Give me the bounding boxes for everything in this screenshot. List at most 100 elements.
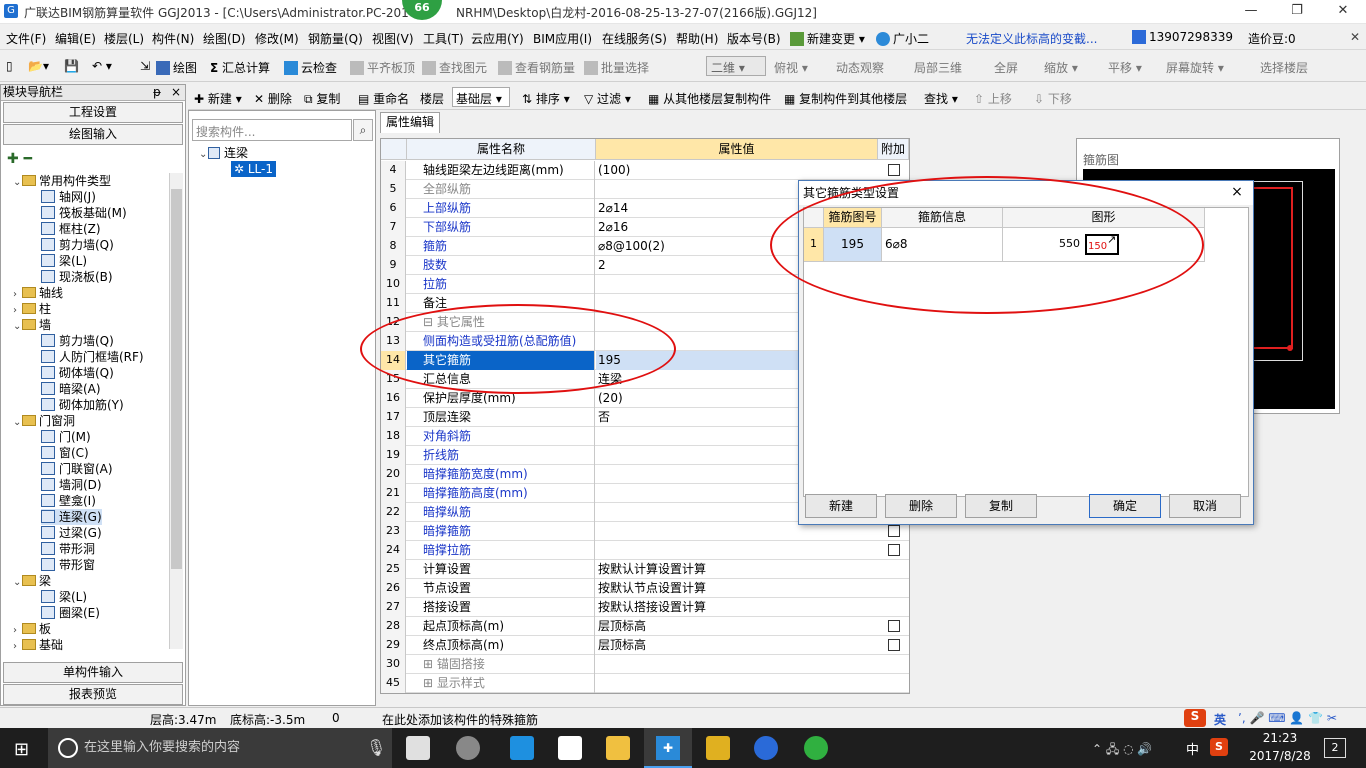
sogou-ime-icon[interactable]: S (1184, 709, 1206, 727)
single-component-input-button[interactable]: 单构件输入 (3, 662, 183, 683)
store-icon[interactable] (558, 736, 582, 760)
nav-tree-item[interactable]: ⌄ 墙 (13, 317, 51, 333)
nav-scroll-thumb[interactable] (171, 189, 182, 569)
menu-cost-beans[interactable]: 造价豆:0 (1248, 30, 1296, 47)
menu-tools[interactable]: 工具(T) (423, 30, 464, 47)
nav-tree-item[interactable]: 过梁(G) (41, 525, 102, 541)
notes-app-icon[interactable] (706, 736, 730, 760)
extra-checkbox[interactable] (888, 620, 900, 632)
nav-tree-item[interactable]: 框柱(Z) (41, 221, 101, 237)
menu-close-icon[interactable]: ✕ (1350, 30, 1360, 44)
glodon-g-icon[interactable] (754, 736, 778, 760)
file-explorer-icon[interactable] (606, 736, 630, 760)
view-mode-select[interactable]: 二维 ▾ (706, 56, 766, 76)
menu-online[interactable]: 在线服务(S) (602, 30, 667, 47)
batch-select-button[interactable]: 批量选择 (584, 59, 649, 76)
menu-component[interactable]: 构件(N) (152, 30, 194, 47)
menu-alert-text[interactable]: 无法定义此标高的变截... (966, 30, 1097, 47)
dialog-close-icon[interactable]: × (1225, 181, 1249, 205)
delete-component-button[interactable]: ✕ 删除 (254, 90, 292, 107)
new-file-icon[interactable]: ▯ (6, 59, 13, 73)
nav-tree-item[interactable]: 人防门框墙(RF) (41, 349, 144, 365)
expand-all-icon[interactable]: ✚ ━ (7, 151, 32, 167)
dialog-copy-button[interactable]: 复制 (965, 494, 1037, 518)
collapsed-chevron-icon[interactable]: › (13, 639, 22, 653)
property-row[interactable]: 25 计算设置 按默认计算设置计算 (381, 560, 909, 579)
local-3d-button[interactable]: 局部三维 (914, 59, 962, 76)
property-value[interactable] (596, 541, 876, 560)
property-value[interactable] (596, 655, 876, 674)
notification-center-icon[interactable]: 2 (1324, 738, 1346, 758)
property-row[interactable]: 24 暗撑拉筋 (381, 541, 909, 560)
property-row[interactable]: 29 终点顶标高(m) 层顶标高 (381, 636, 909, 655)
property-value[interactable]: 层顶标高 (596, 617, 876, 636)
move-up-button[interactable]: ⇧ 上移 (974, 90, 1012, 107)
nav-tree-item[interactable]: 带形窗 (41, 557, 95, 573)
nav-tree-item[interactable]: › 基础 (13, 637, 63, 653)
project-settings-button[interactable]: 工程设置 (3, 102, 183, 123)
edge-icon[interactable] (510, 736, 534, 760)
property-row[interactable]: 4 轴线距梁左边线距离(mm) (100) (381, 161, 909, 180)
property-row[interactable]: 28 起点顶标高(m) 层顶标高 (381, 617, 909, 636)
minimize-button[interactable]: — (1228, 0, 1274, 24)
find-button[interactable]: 查找 ▾ (924, 90, 958, 107)
nav-close-icon[interactable]: × (171, 85, 181, 100)
screen-rotate-button[interactable]: 屏幕旋转 ▾ (1166, 59, 1224, 76)
expand-chevron-icon[interactable]: ⌄ (13, 575, 22, 591)
property-value[interactable]: 按默认计算设置计算 (596, 560, 876, 579)
nav-tree-item[interactable]: 墙洞(D) (41, 477, 102, 493)
ime-tools-icons[interactable]: ʼ, 🎤 ⌨ 👤 👕 ✂ (1238, 711, 1337, 725)
copy-to-floor-button[interactable]: ▦ 复制构件到其他楼层 (784, 90, 907, 107)
report-preview-button[interactable]: 报表预览 (3, 684, 183, 705)
nav-tree-item[interactable]: 壁龛(I) (41, 493, 96, 509)
draw-button[interactable]: 绘图 (156, 59, 197, 76)
nav-tree-item[interactable]: 门(M) (41, 429, 91, 445)
open-folder-icon[interactable]: 📂▾ (28, 59, 49, 73)
ime-lang-indicator[interactable]: 英 (1214, 711, 1226, 728)
menu-edit[interactable]: 编辑(E) (55, 30, 96, 47)
component-tree-root[interactable]: ⌄ 连梁 (199, 145, 248, 161)
nav-tree-item[interactable]: › 柱 (13, 301, 51, 317)
menu-cloud[interactable]: 云应用(Y) (471, 30, 524, 47)
top-view-button[interactable]: 俯视 ▾ (774, 59, 808, 76)
expand-chevron-icon[interactable]: ⌄ (13, 175, 22, 191)
nav-tree-item[interactable]: 窗(C) (41, 445, 89, 461)
nav-tree-item[interactable]: 砌体墙(Q) (41, 365, 114, 381)
extra-checkbox[interactable] (888, 525, 900, 537)
nav-tree-item[interactable]: 梁(L) (41, 589, 87, 605)
property-value[interactable]: 层顶标高 (596, 636, 876, 655)
redo-icon[interactable]: ⇲ (140, 59, 150, 73)
dialog-delete-button[interactable]: 删除 (885, 494, 957, 518)
property-row[interactable]: 45 ⊞ 显示样式 (381, 674, 909, 693)
nav-tree-item[interactable]: 剪力墙(Q) (41, 237, 114, 253)
clock-date[interactable]: 2017/8/28 (1244, 749, 1316, 763)
ime-indicator[interactable]: 中 (1186, 739, 1199, 758)
windows-start-icon[interactable]: ⊞ (14, 739, 29, 760)
zoom-button[interactable]: 缩放 ▾ (1044, 59, 1078, 76)
cloud-check-button[interactable]: 云检查 (284, 59, 337, 76)
nav-tree-item[interactable]: 筏板基础(M) (41, 205, 127, 221)
tab-property-edit[interactable]: 属性编辑 (380, 112, 440, 133)
menu-file[interactable]: 文件(F) (6, 30, 46, 47)
expand-chevron-icon[interactable]: ⌄ (13, 319, 22, 335)
property-value[interactable]: 按默认节点设置计算 (596, 579, 876, 598)
nav-tree-item[interactable]: 暗梁(A) (41, 381, 101, 397)
menu-guangxiaoer[interactable]: 广小二 (876, 30, 929, 47)
property-value[interactable]: 按默认搭接设置计算 (596, 598, 876, 617)
dialog-ok-button[interactable]: 确定 (1089, 494, 1161, 518)
property-row[interactable]: 30 ⊞ 锚固搭接 (381, 655, 909, 674)
menu-account[interactable]: 13907298339 (1132, 30, 1233, 44)
menu-modify[interactable]: 修改(M) (255, 30, 299, 47)
nav-tree-item[interactable]: 剪力墙(Q) (41, 333, 114, 349)
nav-tree-item[interactable]: 门联窗(A) (41, 461, 113, 477)
property-row[interactable]: 27 搭接设置 按默认搭接设置计算 (381, 598, 909, 617)
menu-rebar-qty[interactable]: 钢筋量(Q) (308, 30, 363, 47)
copy-from-floor-button[interactable]: ▦ 从其他楼层复制构件 (648, 90, 771, 107)
menu-draw[interactable]: 绘图(D) (203, 30, 246, 47)
flat-top-button[interactable]: 平齐板顶 (350, 59, 415, 76)
close-window-button[interactable]: ✕ (1320, 0, 1366, 24)
floor-select[interactable]: 基础层 ▾ (452, 87, 510, 107)
clock-time[interactable]: 21:23 (1250, 731, 1310, 745)
nav-tree-item[interactable]: › 板 (13, 621, 51, 637)
extra-checkbox[interactable] (888, 544, 900, 556)
